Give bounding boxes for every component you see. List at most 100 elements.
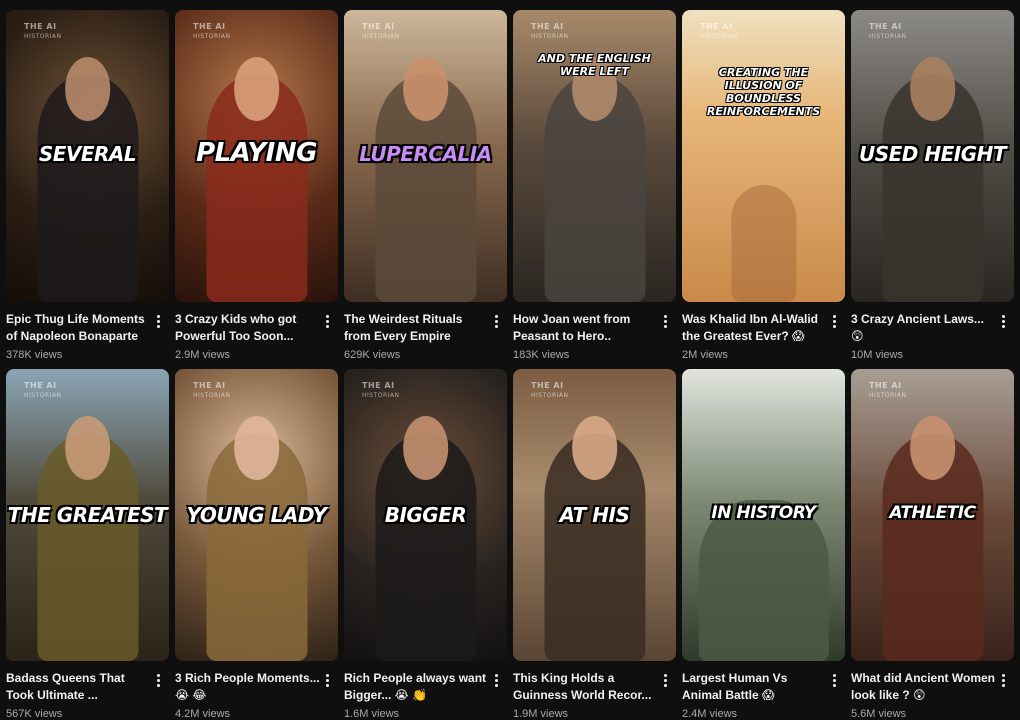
video-card[interactable]: THE AI HISTORIAN AT HIS This King Holds a… [513, 369, 676, 720]
channel-watermark: THE AI HISTORIAN [193, 22, 231, 40]
video-card[interactable]: THE AI HISTORIAN USED HEIGHT 3 Crazy Anci… [851, 10, 1014, 363]
thumbnail-face [402, 415, 449, 480]
more-options-icon[interactable] [326, 674, 330, 688]
video-card[interactable]: THE AI HISTORIAN AND THE ENGLISH WERE LEF… [513, 10, 676, 363]
thumbnail-face [233, 415, 280, 480]
channel-watermark: THE AI HISTORIAN [869, 22, 907, 40]
thumbnail-caption: LUPERCALIA [359, 142, 492, 166]
video-thumbnail[interactable]: THE AI HISTORIAN THE GREATEST [6, 369, 169, 661]
video-thumbnail[interactable]: IN HISTORY [682, 369, 845, 661]
channel-watermark: THE AI HISTORIAN [193, 381, 231, 399]
view-count: 2.4M views [682, 708, 738, 720]
video-meta: How Joan went from Peasant to Hero.. 183… [513, 302, 676, 361]
video-card[interactable]: THE AI HISTORIAN BIGGER Rich People alway… [344, 369, 507, 720]
video-card[interactable]: THE AI HISTORIAN CREATING THE ILLUSION OF… [682, 10, 845, 363]
more-options-icon[interactable] [495, 674, 499, 688]
video-title[interactable]: Epic Thug Life Moments of Napoleon Bonap… [6, 311, 151, 345]
video-card[interactable]: IN HISTORY Largest Human Vs Animal Battl… [682, 369, 845, 720]
video-title[interactable]: Rich People always want Bigger... 😭 👏 [344, 670, 489, 704]
more-options-icon[interactable] [833, 674, 837, 688]
more-options-icon[interactable] [1002, 674, 1006, 688]
more-options-icon[interactable] [157, 674, 161, 688]
video-card[interactable]: THE AI HISTORIAN SEVERAL Epic Thug Life M… [6, 10, 169, 363]
channel-watermark: THE AI HISTORIAN [531, 22, 569, 40]
view-count: 10M views [851, 349, 903, 361]
video-grid: THE AI HISTORIAN SEVERAL Epic Thug Life M… [6, 10, 1016, 720]
video-meta: 3 Rich People Moments... 😭 😂 4.2M views [175, 661, 338, 720]
more-options-icon[interactable] [833, 315, 837, 329]
thumbnail-caption: PLAYING [196, 138, 317, 168]
view-count: 2.9M views [175, 349, 231, 361]
view-count: 5.6M views [851, 708, 907, 720]
thumbnail-face [402, 56, 449, 121]
thumbnail-figure [698, 500, 829, 661]
view-count: 629K views [344, 349, 401, 361]
thumbnail-caption: CREATING THE ILLUSION OF BOUNDLESS REINF… [706, 66, 821, 118]
thumbnail-face [571, 415, 618, 480]
video-meta: Badass Queens That Took Ultimate ... 567… [6, 661, 169, 720]
channel-watermark: THE AI HISTORIAN [869, 381, 907, 399]
more-options-icon[interactable] [326, 315, 330, 329]
video-meta: Epic Thug Life Moments of Napoleon Bonap… [6, 302, 169, 361]
video-meta: Rich People always want Bigger... 😭 👏 1.… [344, 661, 507, 720]
video-card[interactable]: THE AI HISTORIAN YOUNG LADY 3 Rich People… [175, 369, 338, 720]
video-thumbnail[interactable]: THE AI HISTORIAN PLAYING [175, 10, 338, 302]
channel-watermark: THE AI HISTORIAN [531, 381, 569, 399]
channel-watermark: THE AI HISTORIAN [24, 381, 62, 399]
video-meta: 3 Crazy Ancient Laws... 😲 10M views [851, 302, 1014, 361]
video-card[interactable]: THE AI HISTORIAN ATHLETIC What did Ancien… [851, 369, 1014, 720]
view-count: 4.2M views [175, 708, 231, 720]
thumbnail-figure [730, 185, 797, 302]
video-meta: Largest Human Vs Animal Battle 😱 2.4M vi… [682, 661, 845, 720]
thumbnail-caption: USED HEIGHT [858, 142, 1007, 166]
video-thumbnail[interactable]: THE AI HISTORIAN LUPERCALIA [344, 10, 507, 302]
thumbnail-face [909, 415, 956, 480]
video-thumbnail[interactable]: THE AI HISTORIAN AND THE ENGLISH WERE LEF… [513, 10, 676, 302]
more-options-icon[interactable] [157, 315, 161, 329]
thumbnail-face [233, 56, 280, 121]
video-title[interactable]: The Weirdest Rituals from Every Empire [344, 311, 489, 345]
video-thumbnail[interactable]: THE AI HISTORIAN CREATING THE ILLUSION OF… [682, 10, 845, 302]
video-thumbnail[interactable]: THE AI HISTORIAN AT HIS [513, 369, 676, 661]
view-count: 1.9M views [513, 708, 569, 720]
video-thumbnail[interactable]: THE AI HISTORIAN BIGGER [344, 369, 507, 661]
video-thumbnail[interactable]: THE AI HISTORIAN USED HEIGHT [851, 10, 1014, 302]
thumbnail-caption: AT HIS [559, 503, 630, 527]
video-meta: The Weirdest Rituals from Every Empire 6… [344, 302, 507, 361]
thumbnail-caption: SEVERAL [38, 142, 137, 166]
video-meta: Was Khalid Ibn Al-Walid the Greatest Eve… [682, 302, 845, 361]
more-options-icon[interactable] [495, 315, 499, 329]
more-options-icon[interactable] [664, 674, 668, 688]
channel-watermark: THE AI HISTORIAN [362, 22, 400, 40]
channel-watermark: THE AI HISTORIAN [700, 22, 738, 40]
video-title[interactable]: Largest Human Vs Animal Battle 😱 [682, 670, 827, 704]
video-title[interactable]: 3 Crazy Kids who got Powerful Too Soon..… [175, 311, 320, 345]
video-title[interactable]: Badass Queens That Took Ultimate ... [6, 670, 151, 704]
thumbnail-face [64, 56, 111, 121]
view-count: 567K views [6, 708, 63, 720]
video-title[interactable]: What did Ancient Women look like ? 😲 [851, 670, 996, 704]
channel-watermark: THE AI HISTORIAN [362, 381, 400, 399]
video-card[interactable]: THE AI HISTORIAN LUPERCALIA The Weirdest … [344, 10, 507, 363]
video-thumbnail[interactable]: THE AI HISTORIAN YOUNG LADY [175, 369, 338, 661]
view-count: 2M views [682, 349, 728, 361]
video-title[interactable]: Was Khalid Ibn Al-Walid the Greatest Eve… [682, 311, 827, 345]
thumbnail-face [909, 56, 956, 121]
video-title[interactable]: This King Holds a Guinness World Recor..… [513, 670, 658, 704]
view-count: 378K views [6, 349, 63, 361]
video-title[interactable]: How Joan went from Peasant to Hero.. [513, 311, 658, 345]
video-thumbnail[interactable]: THE AI HISTORIAN ATHLETIC [851, 369, 1014, 661]
video-meta: What did Ancient Women look like ? 😲 5.6… [851, 661, 1014, 720]
video-title[interactable]: 3 Rich People Moments... 😭 😂 [175, 670, 320, 704]
video-meta: This King Holds a Guinness World Recor..… [513, 661, 676, 720]
thumbnail-caption: BIGGER [384, 503, 467, 527]
more-options-icon[interactable] [1002, 315, 1006, 329]
more-options-icon[interactable] [664, 315, 668, 329]
video-card[interactable]: THE AI HISTORIAN THE GREATEST Badass Quee… [6, 369, 169, 720]
video-title[interactable]: 3 Crazy Ancient Laws... 😲 [851, 311, 996, 345]
thumbnail-caption: IN HISTORY [711, 503, 816, 523]
video-thumbnail[interactable]: THE AI HISTORIAN SEVERAL [6, 10, 169, 302]
video-card[interactable]: THE AI HISTORIAN PLAYING 3 Crazy Kids who… [175, 10, 338, 363]
video-meta: 3 Crazy Kids who got Powerful Too Soon..… [175, 302, 338, 361]
thumbnail-caption: THE GREATEST [7, 503, 168, 527]
